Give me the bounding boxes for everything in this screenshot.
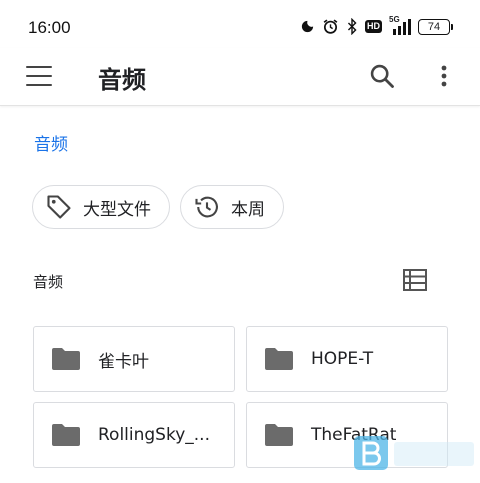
bluetooth-icon [347,18,357,35]
folder-name: RollingSky_... [98,425,210,445]
folder-name: HOPE-T [311,349,374,369]
tag-icon [47,195,71,219]
folder-card[interactable]: 雀卡叶 [33,326,235,392]
list-view-icon[interactable] [402,268,428,292]
chip-label: 大型文件 [83,199,151,220]
chip-this-week[interactable]: 本周 [180,185,284,229]
folder-icon [265,348,293,370]
status-time: 16:00 [28,18,71,37]
page-title: 音频 [98,66,146,94]
search-icon[interactable] [368,62,396,90]
history-icon [195,196,218,218]
app-bar: 音频 [0,48,480,106]
filter-chips: 大型文件 本周 [32,185,284,229]
folder-icon [265,424,293,446]
moon-icon [301,20,314,33]
folder-card[interactable]: RollingSky_... [33,402,235,468]
menu-icon[interactable] [26,66,52,86]
folder-icon [52,348,80,370]
folder-name: 雀卡叶 [98,351,149,372]
breadcrumb[interactable]: 音频 [34,130,68,155]
chip-large-files[interactable]: 大型文件 [32,185,170,229]
more-vert-icon[interactable] [432,62,456,90]
alarm-icon [323,19,338,34]
watermark-logo [354,436,474,470]
section-title: 音频 [33,273,64,291]
chip-label: 本周 [231,199,265,220]
battery-icon: 74 [418,18,453,35]
battery-level: 74 [427,20,441,33]
status-icons: HD 5G 74 [300,15,453,35]
hd-icon: HD [365,20,382,33]
folder-card[interactable]: HOPE-T [246,326,448,392]
folder-icon [52,424,80,446]
signal-icon: 5G [389,15,411,35]
